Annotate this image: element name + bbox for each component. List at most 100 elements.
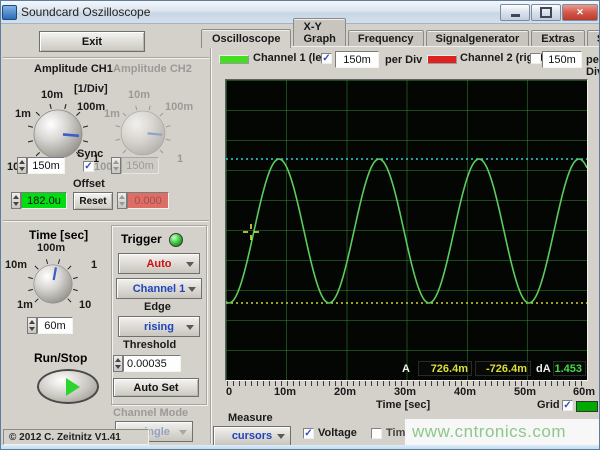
dropdown-arrow-icon xyxy=(179,429,187,435)
x-tick-label: 10m xyxy=(273,386,297,398)
ch1-scale-10m: 10m xyxy=(41,89,64,101)
run-stop-label: Run/Stop xyxy=(34,351,88,365)
grid-checkbox[interactable]: ✓ xyxy=(562,400,573,411)
knob-pointer xyxy=(62,133,80,138)
measure-mode-value: cursors xyxy=(231,430,273,442)
time-section-label: Time [sec] xyxy=(29,228,89,242)
tab-x-y-graph[interactable]: X-Y Graph xyxy=(293,18,346,47)
time-scale-1m: 1m xyxy=(17,299,33,311)
time-field[interactable]: 60m xyxy=(37,317,73,334)
dropdown-arrow-icon xyxy=(186,324,194,330)
threshold-field[interactable]: 0.00035 xyxy=(123,355,181,372)
ch1-enable-checkbox[interactable]: ✓ xyxy=(321,53,332,64)
ch2-enable-checkbox[interactable] xyxy=(530,53,541,64)
offset-ch2-stepper[interactable] xyxy=(117,192,127,209)
trigger-mode-dropdown[interactable]: Auto xyxy=(118,253,200,274)
ch1-per-div-field[interactable]: 150m xyxy=(335,51,379,68)
sync-checkbox[interactable]: ✓ xyxy=(83,161,94,172)
offset-label: Offset xyxy=(73,178,105,190)
ch1-amplitude-stepper[interactable] xyxy=(17,157,27,174)
tab-settings[interactable]: Settings xyxy=(586,30,599,47)
ch2-color-swatch xyxy=(427,55,457,64)
x-tick-label: 50m xyxy=(513,386,537,398)
time-stepper[interactable] xyxy=(27,317,37,334)
exit-button[interactable]: Exit xyxy=(39,31,145,52)
offset-reset-button[interactable]: Reset xyxy=(73,192,113,210)
copyright-status: © 2012 C. Zeitnitz V1.41 xyxy=(3,429,149,445)
panel-divider xyxy=(210,47,212,444)
app-icon xyxy=(2,5,17,20)
dropdown-arrow-icon xyxy=(186,261,194,267)
threshold-stepper[interactable] xyxy=(113,355,123,372)
ch2-amplitude-stepper[interactable] xyxy=(111,157,121,174)
close-icon: ✕ xyxy=(576,7,584,17)
time-checkbox[interactable] xyxy=(371,428,382,439)
ch2-per-div-field[interactable]: 150m xyxy=(542,51,582,68)
x-axis-tick-labels: 0 10m 20m 30m 40m 50m 60m xyxy=(225,386,595,399)
time-scale-10: 10 xyxy=(79,299,92,311)
ch1-color-swatch xyxy=(219,55,249,64)
x-tick-label: 60m xyxy=(572,386,596,398)
sync-label: Sync xyxy=(77,148,104,160)
ch2-scale-1m: 1m xyxy=(104,108,120,120)
scope-display: A 726.4m -726.4m dA 1.453 xyxy=(225,79,588,381)
time-scale-10m: 10m xyxy=(5,259,28,271)
x-tick-label: 40m xyxy=(453,386,477,398)
edge-label: Edge xyxy=(144,301,171,313)
trigger-mode-value: Auto xyxy=(146,257,172,270)
readout-a2-value: -726.4m xyxy=(475,361,531,376)
x-tick-label: 20m xyxy=(333,386,357,398)
offset-ch1-field[interactable]: 182.0u xyxy=(21,192,67,209)
divider xyxy=(3,57,209,59)
dropdown-arrow-icon xyxy=(188,286,196,292)
threshold-label: Threshold xyxy=(123,339,177,351)
trigger-source-value: Channel 1 xyxy=(132,282,186,295)
measure-mode-dropdown[interactable]: cursors xyxy=(213,426,291,446)
readout-a1-value: 726.4m xyxy=(418,361,472,376)
offset-ch2-field[interactable]: 0.000 xyxy=(127,192,169,209)
minimize-icon xyxy=(510,13,520,17)
x-axis-title: Time [sec] xyxy=(376,399,431,411)
run-stop-button[interactable] xyxy=(37,369,99,404)
tab-oscilloscope[interactable]: Oscilloscope xyxy=(201,29,292,48)
knob-pointer xyxy=(147,132,163,136)
ch1-scale-1m: 1m xyxy=(15,108,31,120)
offset-ch1-stepper[interactable] xyxy=(11,192,21,209)
time-scale-1: 1 xyxy=(91,259,98,271)
maximize-icon xyxy=(540,7,552,18)
divider xyxy=(3,220,209,222)
ch2-amplitude-field[interactable]: 150m xyxy=(121,157,159,174)
app-window: Soundcard Oszilloscope ✕ Oscilloscope X-Y… xyxy=(0,0,600,450)
voltage-label: Voltage xyxy=(318,427,357,439)
close-button[interactable]: ✕ xyxy=(562,4,598,21)
window-bottom-border xyxy=(1,445,599,449)
tab-frequency[interactable]: Frequency xyxy=(347,30,424,47)
trigger-label: Trigger xyxy=(121,232,162,246)
knob-graphic xyxy=(28,259,78,304)
voltage-checkbox[interactable]: ✓ xyxy=(303,428,314,439)
trigger-led xyxy=(169,233,183,247)
time-scale-100m: 100m xyxy=(37,242,66,254)
x-tick-label: 0 xyxy=(225,386,233,398)
ch2-scale-100m: 100m xyxy=(165,101,194,113)
tab-signalgenerator[interactable]: Signalgenerator xyxy=(425,30,530,47)
trigger-source-dropdown[interactable]: Channel 1 xyxy=(116,278,202,299)
ch2-scale-1: 1 xyxy=(177,153,184,165)
auto-set-button[interactable]: Auto Set xyxy=(113,378,199,397)
trigger-edge-dropdown[interactable]: rising xyxy=(118,316,200,337)
measure-label: Measure xyxy=(228,412,273,424)
readout-a-label: A xyxy=(402,363,410,375)
cursor-crosshair[interactable] xyxy=(243,224,259,240)
minimize-button[interactable] xyxy=(500,4,530,21)
ch1-amplitude-field[interactable]: 150m xyxy=(27,157,65,174)
tab-extras[interactable]: Extras xyxy=(531,30,585,47)
channel1-trace xyxy=(226,158,587,304)
grid-color-swatch xyxy=(576,401,598,412)
maximize-button[interactable] xyxy=(531,4,561,21)
x-tick-label: 30m xyxy=(393,386,417,398)
window-title: Soundcard Oszilloscope xyxy=(21,5,151,19)
amplitude-ch1-label: Amplitude CH1 xyxy=(34,63,113,75)
readout-da-label: dA xyxy=(536,363,551,375)
time-knob[interactable] xyxy=(25,256,81,312)
play-icon xyxy=(66,377,80,396)
